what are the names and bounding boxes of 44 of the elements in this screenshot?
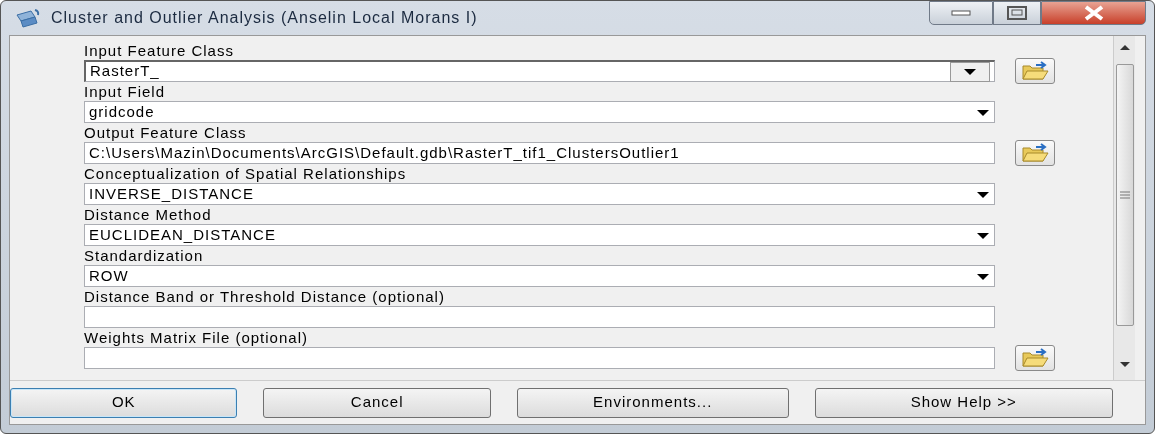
dropdown-button[interactable] [950,61,990,82]
maximize-button[interactable] [993,1,1041,25]
field-label: Distance Method [84,207,213,223]
field-label: Distance Band or Threshold Distance (optional) [84,289,446,305]
field-value: gridcode [89,101,155,122]
input-field[interactable]: C:\Users\Mazin\Documents\ArcGIS\Default.gdb\RasterT_tif1_ClustersOutlier1 [84,142,995,164]
field-label: Input Feature Class [84,43,235,59]
browse-button[interactable] [1015,345,1055,371]
dialog-button[interactable]: OK [10,387,238,418]
dropdown-arrow-icon[interactable] [976,231,990,240]
field-label: Output Feature Class [84,125,248,141]
dialog-button[interactable]: Environments... [516,387,789,418]
dropdown-field[interactable]: ROW [84,265,995,287]
dropdown-arrow-icon [963,67,977,76]
field-label: Input Field [84,84,167,100]
close-button[interactable] [1041,1,1146,25]
field-label: Standardization [84,248,205,264]
input-field[interactable] [84,306,995,328]
field-value: C:\Users\Mazin\Documents\ArcGIS\Default.gdb\RasterT_tif1_ClustersOutlier1 [89,142,680,163]
browse-button[interactable] [1015,140,1055,166]
minimize-button[interactable] [929,1,993,25]
field-value: INVERSE_DISTANCE [89,183,254,204]
field-label: Weights Matrix File (optional) [84,330,309,346]
window-title: Cluster and Outlier Analysis (Anselin Local Morans I) [51,8,478,28]
minimize-icon [951,9,971,17]
dialog-button[interactable]: Show Help >> [814,387,1113,418]
dropdown-field[interactable]: gridcode [84,101,995,123]
field-value: ROW [89,265,129,286]
dropdown-arrow-icon[interactable] [976,272,990,281]
field-value: EUCLIDEAN_DISTANCE [89,224,276,245]
toolbox-icon [15,7,41,29]
maximize-icon [1007,6,1027,20]
scrollbar[interactable] [1113,36,1135,380]
field-label: Conceptualization of Spatial Relationships [84,166,408,182]
dropdown-arrow-icon[interactable] [976,108,990,117]
input-field[interactable] [84,347,995,369]
dropdown-field[interactable]: INVERSE_DISTANCE [84,183,995,205]
combo-box[interactable]: RasterT_ [84,60,995,82]
dropdown-field[interactable]: EUCLIDEAN_DISTANCE [84,224,995,246]
grip-icon [1119,191,1130,199]
dropdown-arrow-icon[interactable] [976,190,990,199]
field-value: RasterT_ [90,61,160,82]
browse-button[interactable] [1015,58,1055,84]
dialog-button[interactable]: Cancel [263,387,491,418]
